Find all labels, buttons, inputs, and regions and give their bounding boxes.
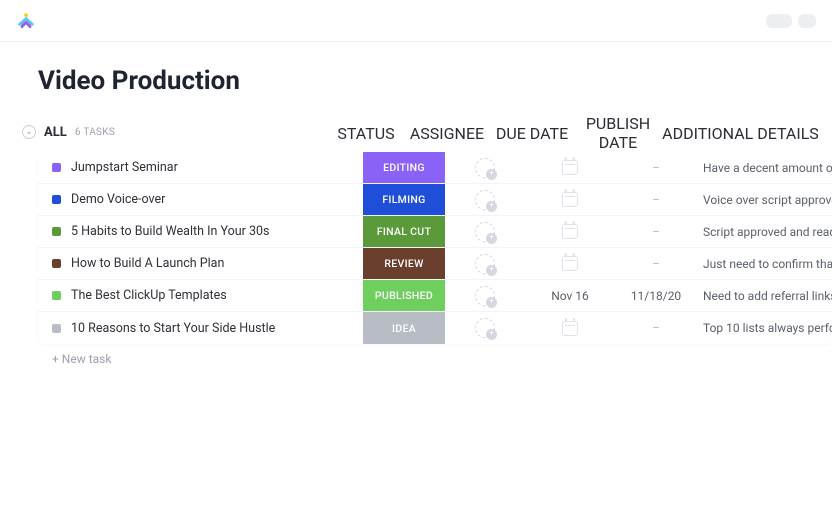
clickup-logo-icon xyxy=(16,11,36,31)
table-row[interactable]: How to Build A Launch Plan REVIEW – Just ne… xyxy=(38,248,832,280)
publish-date-cell[interactable]: – xyxy=(615,193,697,207)
calendar-icon[interactable] xyxy=(562,160,578,175)
new-task-button[interactable]: + New task xyxy=(0,344,832,366)
status-badge[interactable]: IDEA xyxy=(363,312,445,344)
table-row[interactable]: 5 Habits to Build Wealth In Your 30s FINA… xyxy=(38,216,832,248)
assignee-cell[interactable] xyxy=(445,318,525,338)
col-header-assignee[interactable]: ASSIGNEE xyxy=(407,124,487,143)
assignee-add-icon[interactable] xyxy=(475,158,495,178)
status-badge[interactable]: REVIEW xyxy=(363,248,445,279)
status-bullet-icon xyxy=(52,259,61,268)
publish-date-text: – xyxy=(652,161,660,175)
due-date-text: Nov 16 xyxy=(551,289,589,303)
calendar-icon[interactable] xyxy=(562,224,578,239)
table-row[interactable]: 10 Reasons to Start Your Side Hustle IDEA… xyxy=(38,312,832,344)
assignee-cell[interactable] xyxy=(445,190,525,210)
status-badge[interactable]: FINAL CUT xyxy=(363,216,445,247)
task-title-cell[interactable]: How to Build A Launch Plan xyxy=(38,256,363,271)
assignee-add-icon[interactable] xyxy=(475,318,495,338)
due-date-cell[interactable] xyxy=(525,192,615,207)
page-title: Video Production xyxy=(0,42,832,114)
task-list: Jumpstart Seminar EDITING – Have a decent a… xyxy=(38,152,832,344)
assignee-cell[interactable] xyxy=(445,158,525,178)
task-title-cell[interactable]: 5 Habits to Build Wealth In Your 30s xyxy=(38,224,363,239)
details-text[interactable]: Voice over script approved, plannin xyxy=(697,193,832,207)
status-bullet-icon xyxy=(52,324,61,333)
details-text[interactable]: Need to add referral links to video xyxy=(697,289,832,303)
topbar-pill[interactable] xyxy=(766,14,792,28)
details-text[interactable]: Script approved and ready to go! xyxy=(697,225,832,239)
assignee-add-icon[interactable] xyxy=(475,286,495,306)
details-text[interactable]: Just need to confirm that the edite xyxy=(697,257,832,271)
topbar-pill[interactable] xyxy=(798,14,816,28)
assignee-cell[interactable] xyxy=(445,222,525,242)
topbar-actions xyxy=(766,14,816,28)
publish-date-cell[interactable]: – xyxy=(615,161,697,175)
task-title[interactable]: How to Build A Launch Plan xyxy=(71,256,224,271)
publish-date-cell[interactable]: 11/18/20 xyxy=(615,289,697,303)
col-header-due-date[interactable]: DUE DATE xyxy=(487,124,577,143)
task-title[interactable]: The Best ClickUp Templates xyxy=(71,288,227,303)
calendar-icon[interactable] xyxy=(562,192,578,207)
status-bullet-icon xyxy=(52,195,61,204)
publish-date-text: – xyxy=(652,193,660,207)
col-header-publish-date[interactable]: PUBLISH DATE xyxy=(577,114,659,152)
col-header-status[interactable]: STATUS xyxy=(325,124,407,143)
task-title-cell[interactable]: Demo Voice-over xyxy=(38,192,363,207)
publish-date-text: 11/18/20 xyxy=(631,289,681,303)
publish-date-text: – xyxy=(652,225,660,239)
due-date-cell[interactable]: Nov 16 xyxy=(525,289,615,303)
details-text[interactable]: Have a decent amount of B-roll, ma xyxy=(697,161,832,175)
details-text[interactable]: Top 10 lists always perform well xyxy=(697,321,832,335)
assignee-add-icon[interactable] xyxy=(475,254,495,274)
assignee-cell[interactable] xyxy=(445,286,525,306)
group-count: 6 TASKS xyxy=(75,127,115,138)
publish-date-cell[interactable]: – xyxy=(615,321,697,335)
status-badge[interactable]: EDITING xyxy=(363,152,445,183)
assignee-add-icon[interactable] xyxy=(475,190,495,210)
task-title[interactable]: Demo Voice-over xyxy=(71,192,165,207)
due-date-cell[interactable] xyxy=(525,321,615,336)
topbar xyxy=(0,0,832,42)
table-row[interactable]: Jumpstart Seminar EDITING – Have a decent a… xyxy=(38,152,832,184)
status-badge[interactable]: PUBLISHED xyxy=(363,280,445,311)
table-row[interactable]: The Best ClickUp Templates PUBLISHED Nov 1… xyxy=(38,280,832,312)
due-date-cell[interactable] xyxy=(525,160,615,175)
task-title-cell[interactable]: 10 Reasons to Start Your Side Hustle xyxy=(38,321,363,336)
publish-date-text: – xyxy=(652,257,660,271)
table-row[interactable]: Demo Voice-over FILMING – Voice over script… xyxy=(38,184,832,216)
task-title[interactable]: 5 Habits to Build Wealth In Your 30s xyxy=(71,224,269,239)
status-bullet-icon xyxy=(52,291,61,300)
due-date-cell[interactable] xyxy=(525,256,615,271)
assignee-add-icon[interactable] xyxy=(475,222,495,242)
task-title-cell[interactable]: Jumpstart Seminar xyxy=(38,160,363,175)
col-header-details[interactable]: ADDITIONAL DETAILS xyxy=(659,124,832,143)
calendar-icon[interactable] xyxy=(562,256,578,271)
assignee-cell[interactable] xyxy=(445,254,525,274)
task-title-cell[interactable]: The Best ClickUp Templates xyxy=(38,288,363,303)
status-bullet-icon xyxy=(52,163,61,172)
status-badge[interactable]: FILMING xyxy=(363,184,445,215)
due-date-cell[interactable] xyxy=(525,224,615,239)
collapse-group-icon[interactable]: ⌄ xyxy=(22,125,36,139)
task-title[interactable]: 10 Reasons to Start Your Side Hustle xyxy=(71,321,275,336)
publish-date-text: – xyxy=(652,321,660,335)
calendar-icon[interactable] xyxy=(562,321,578,336)
publish-date-cell[interactable]: – xyxy=(615,225,697,239)
status-bullet-icon xyxy=(52,227,61,236)
group-name[interactable]: ALL xyxy=(44,125,67,140)
publish-date-cell[interactable]: – xyxy=(615,257,697,271)
task-title[interactable]: Jumpstart Seminar xyxy=(71,160,178,175)
